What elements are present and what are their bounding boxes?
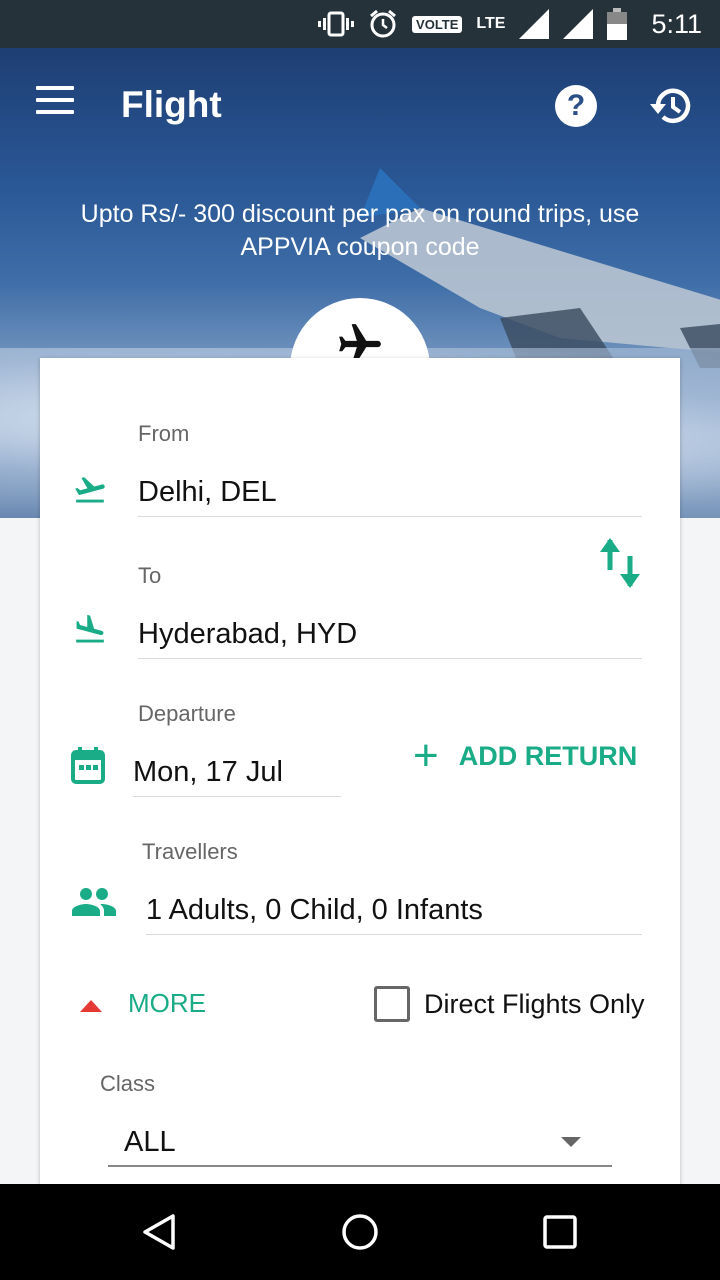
- dropdown-arrow-icon[interactable]: [561, 1137, 581, 1147]
- history-icon[interactable]: [650, 84, 694, 128]
- help-icon[interactable]: ?: [555, 85, 597, 127]
- travellers-label: Travellers: [142, 839, 238, 864]
- back-icon[interactable]: [112, 1184, 208, 1280]
- menu-icon[interactable]: [36, 86, 76, 122]
- add-return-button[interactable]: + ADD RETURN: [413, 731, 638, 780]
- to-underline: [138, 658, 642, 659]
- signal-icon: [519, 9, 550, 39]
- status-bar: VOLTE LTE 5:11: [0, 0, 720, 48]
- home-icon[interactable]: [312, 1184, 408, 1280]
- plus-icon: +: [413, 731, 439, 780]
- people-icon: [72, 888, 116, 916]
- add-return-label: ADD RETURN: [458, 740, 638, 771]
- from-label: From: [138, 421, 190, 446]
- swap-icon[interactable]: [598, 536, 644, 590]
- alarm-icon: [370, 9, 397, 38]
- promo-line-2: APPVIA coupon code: [240, 233, 480, 261]
- direct-flights-option[interactable]: Direct Flights Only: [374, 986, 645, 1022]
- signal-icon: [563, 9, 594, 39]
- departure-label: Departure: [138, 701, 236, 726]
- takeoff-icon: [75, 477, 105, 503]
- app-bar: Flight ?: [0, 48, 720, 160]
- calendar-icon[interactable]: [70, 746, 106, 786]
- system-nav-bar: [0, 1184, 720, 1280]
- landing-icon: [76, 614, 104, 643]
- class-underline: [108, 1165, 612, 1167]
- more-label: MORE: [128, 988, 206, 1018]
- direct-flights-label: Direct Flights Only: [424, 988, 645, 1019]
- promo-line-1: Upto Rs/- 300 discount per pax on round …: [80, 200, 640, 228]
- from-underline: [138, 516, 642, 517]
- battery-icon: [607, 8, 628, 40]
- departure-field[interactable]: Mon, 17 Jul: [133, 756, 283, 789]
- departure-underline: [133, 796, 341, 797]
- class-select[interactable]: ALL: [124, 1126, 176, 1159]
- expand-arrow-icon: [80, 999, 102, 1012]
- to-label: To: [138, 563, 162, 588]
- direct-flights-checkbox[interactable]: [374, 986, 410, 1022]
- more-options-toggle[interactable]: MORE: [80, 988, 206, 1019]
- recents-icon[interactable]: [512, 1184, 608, 1280]
- class-label: Class: [100, 1071, 156, 1096]
- travellers-underline: [146, 934, 642, 935]
- network-type: LTE: [476, 15, 506, 32]
- from-field[interactable]: Delhi, DEL: [138, 476, 277, 509]
- volte-badge: VOLTE: [412, 15, 463, 33]
- promo-banner: Upto Rs/- 300 discount per pax on round …: [30, 198, 690, 264]
- vibrate-icon: [318, 11, 355, 37]
- to-field[interactable]: Hyderabad, HYD: [138, 618, 357, 651]
- page-title: Flight: [121, 84, 222, 125]
- travellers-field[interactable]: 1 Adults, 0 Child, 0 Infants: [146, 894, 483, 927]
- clock: 5:11: [651, 8, 702, 39]
